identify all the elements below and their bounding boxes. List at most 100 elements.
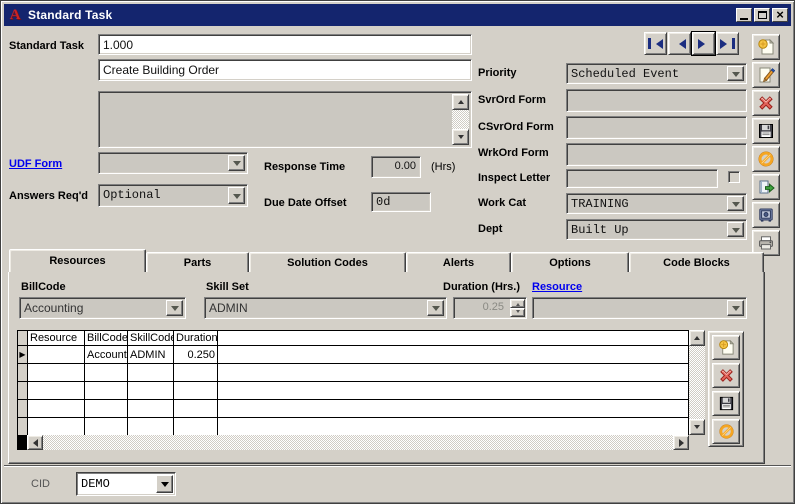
edit-button[interactable]: [752, 62, 780, 88]
first-record-button[interactable]: [644, 32, 667, 55]
cancel-icon: [718, 423, 735, 440]
wrkord-form-field[interactable]: [566, 143, 747, 166]
response-time-unit: (Hrs): [431, 161, 455, 173]
answers-reqd-combo[interactable]: Optional: [98, 184, 248, 207]
minimize-icon[interactable]: [736, 8, 752, 22]
new-record-button[interactable]: [752, 34, 780, 60]
billcode-combo[interactable]: Accounting: [19, 297, 186, 319]
vault-button[interactable]: [752, 202, 780, 228]
post-icon: [757, 178, 775, 196]
due-date-offset-field[interactable]: 0d: [371, 192, 431, 212]
task-number-field[interactable]: 1.000: [98, 34, 472, 55]
next-record-button[interactable]: [692, 32, 715, 55]
tab-solution-codes[interactable]: Solution Codes: [249, 252, 406, 272]
duration-spinner[interactable]: 0.25: [453, 297, 527, 319]
svrord-form-label: SvrOrd Form: [478, 94, 564, 106]
inspect-letter-label: Inspect Letter: [478, 172, 564, 184]
chevron-down-icon[interactable]: [727, 300, 744, 316]
grid-empty-row[interactable]: [18, 418, 689, 436]
scroll-up-icon[interactable]: [689, 330, 705, 346]
grid-row-selected[interactable]: ▶ Account ADMIN 0.250: [18, 346, 689, 364]
close-icon[interactable]: ×: [772, 8, 788, 22]
cid-label: CID: [31, 478, 50, 490]
vault-icon: [757, 206, 775, 224]
grid-empty-row[interactable]: [18, 364, 689, 382]
cancel-button[interactable]: [752, 146, 780, 172]
work-cat-label: Work Cat: [478, 197, 564, 209]
spinner-down-icon[interactable]: [510, 308, 525, 317]
resource-link[interactable]: Resource: [532, 281, 582, 293]
next-record-icon: [698, 39, 710, 49]
chevron-down-icon[interactable]: [727, 196, 744, 211]
scroll-down-icon[interactable]: [452, 129, 469, 145]
col-billcode[interactable]: BillCode: [85, 331, 128, 346]
grid-save-button[interactable]: [712, 391, 740, 416]
inspect-letter-checkbox[interactable]: [728, 171, 740, 183]
chevron-down-icon[interactable]: [156, 475, 173, 493]
scroll-right-icon[interactable]: [673, 435, 689, 450]
work-cat-combo[interactable]: TRAINING: [566, 193, 747, 214]
chevron-down-icon[interactable]: [427, 300, 444, 316]
tab-code-blocks[interactable]: Code Blocks: [629, 252, 764, 272]
col-duration[interactable]: Duration: [174, 331, 218, 346]
scroll-track[interactable]: [452, 110, 469, 129]
udf-form-combo[interactable]: [98, 152, 248, 174]
scroll-down-icon[interactable]: [689, 419, 705, 435]
dept-label: Dept: [478, 223, 564, 235]
svrord-form-field[interactable]: [566, 89, 747, 112]
delete-icon: [718, 367, 735, 384]
titlebar[interactable]: A Standard Task ×: [4, 4, 791, 26]
scroll-left-icon[interactable]: [27, 435, 43, 450]
tab-resources[interactable]: Resources: [9, 249, 146, 272]
grid-empty-row[interactable]: [18, 400, 689, 418]
maximize-icon[interactable]: [754, 8, 770, 22]
priority-combo[interactable]: Scheduled Event: [566, 63, 747, 84]
save-button[interactable]: [752, 118, 780, 144]
chevron-down-icon[interactable]: [727, 222, 744, 237]
new-record-icon: [718, 339, 735, 356]
duration-label: Duration (Hrs.): [443, 281, 520, 293]
description-scrollbar[interactable]: [452, 94, 469, 145]
grid-delete-button[interactable]: [712, 363, 740, 388]
last-record-button[interactable]: [716, 32, 739, 55]
chevron-down-icon[interactable]: [727, 66, 744, 81]
grid-empty-row[interactable]: [18, 382, 689, 400]
window-title: Standard Task: [28, 8, 734, 22]
spinner-up-icon[interactable]: [510, 299, 525, 308]
grid-cancel-button[interactable]: [712, 419, 740, 444]
cid-combo[interactable]: DEMO: [76, 472, 176, 496]
app-logo-icon: A: [7, 7, 23, 23]
description-field[interactable]: [98, 91, 472, 148]
scroll-up-icon[interactable]: [452, 94, 469, 110]
answers-reqd-label: Answers Req'd: [9, 190, 88, 202]
tab-alerts[interactable]: Alerts: [406, 252, 511, 272]
dept-combo[interactable]: Built Up: [566, 219, 747, 240]
scroll-track[interactable]: [43, 435, 673, 450]
udf-form-link[interactable]: UDF Form: [9, 158, 62, 170]
skill-set-combo[interactable]: ADMIN: [204, 297, 447, 319]
skill-set-label: Skill Set: [206, 281, 249, 293]
row-selector-arrow-icon[interactable]: ▶: [18, 346, 28, 364]
grid-new-record-button[interactable]: [712, 335, 740, 360]
chevron-down-icon[interactable]: [228, 155, 245, 171]
grid-hscrollbar[interactable]: [27, 435, 689, 450]
billcode-label: BillCode: [21, 281, 66, 293]
task-name-field[interactable]: Create Building Order: [98, 59, 472, 81]
scroll-track[interactable]: [689, 346, 705, 419]
wrkord-form-label: WrkOrd Form: [478, 147, 564, 159]
tab-parts[interactable]: Parts: [146, 252, 249, 272]
inspect-letter-field[interactable]: [566, 169, 718, 188]
grid-vscrollbar[interactable]: [689, 330, 705, 435]
response-time-field[interactable]: 0.00: [371, 156, 421, 178]
col-resource[interactable]: Resource: [28, 331, 85, 346]
post-button[interactable]: [752, 174, 780, 200]
chevron-down-icon[interactable]: [228, 187, 245, 204]
edit-icon: [757, 66, 775, 84]
resource-combo[interactable]: [532, 297, 747, 319]
tab-options[interactable]: Options: [511, 252, 629, 272]
previous-record-button[interactable]: [668, 32, 691, 55]
chevron-down-icon[interactable]: [166, 300, 183, 316]
col-skillcode[interactable]: SkillCode: [128, 331, 174, 346]
delete-button[interactable]: [752, 90, 780, 116]
csvrord-form-field[interactable]: [566, 116, 747, 139]
